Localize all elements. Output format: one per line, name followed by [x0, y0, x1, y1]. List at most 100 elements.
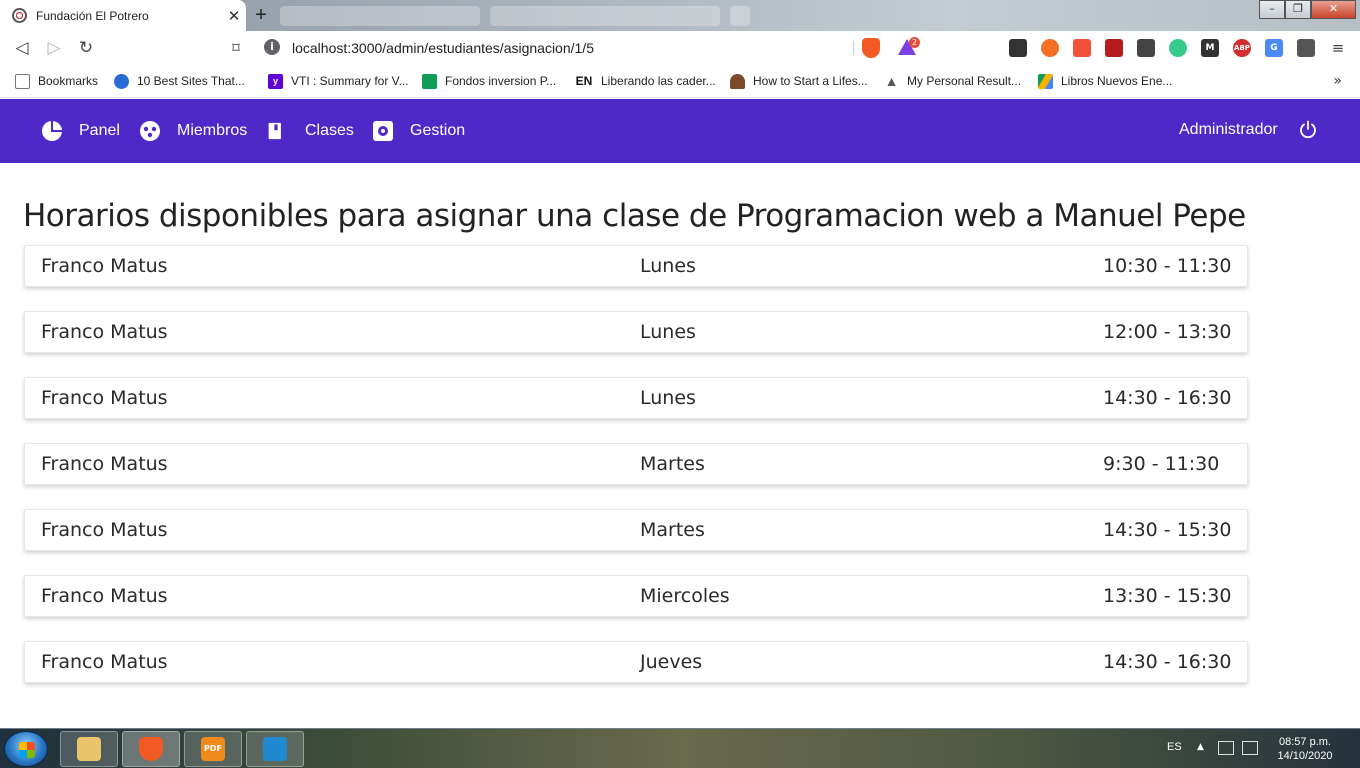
clock-date: 14/10/2020 [1277, 750, 1333, 762]
brave-shield-icon[interactable] [862, 38, 880, 58]
bookmark-page-icon[interactable]: ⌑ [225, 37, 247, 59]
slot-time: 13:30 - 15:30 [1103, 585, 1232, 607]
bookmarks-bar: Bookmarks 10 Best Sites That... y VTI : … [0, 65, 1360, 98]
nav-label: Clases [305, 122, 354, 139]
schedule-slot[interactable]: Franco Matus Lunes 14:30 - 16:30 [24, 377, 1248, 419]
user-name[interactable]: Administrador [1179, 121, 1278, 139]
book-icon [268, 122, 281, 140]
language-indicator[interactable]: ES [1167, 741, 1182, 753]
slot-teacher: Franco Matus [41, 255, 168, 277]
person-icon [730, 73, 745, 89]
bookmark-item[interactable]: 10 Best Sites That... [114, 72, 245, 90]
yahoo-icon: y [268, 73, 283, 89]
site-icon [114, 73, 129, 89]
bookmarks-overflow-icon[interactable]: » [1333, 73, 1342, 89]
new-tab-button[interactable]: + [250, 5, 272, 27]
slot-time: 9:30 - 11:30 [1103, 453, 1220, 475]
extension-m-icon[interactable]: M [1201, 39, 1219, 57]
nav-item-miembros[interactable]: Miembros [139, 119, 247, 143]
extension-grid-icon[interactable] [1105, 39, 1123, 57]
slot-teacher: Franco Matus [41, 519, 168, 541]
reload-icon[interactable]: ↻ [75, 37, 97, 59]
slot-teacher: Franco Matus [41, 651, 168, 673]
extensions-puzzle-icon[interactable] [1297, 39, 1315, 57]
browser-tab-inactive[interactable] [730, 6, 750, 26]
en-icon: EN [575, 73, 593, 88]
slot-day: Martes [640, 519, 705, 541]
action-center-icon[interactable] [1242, 741, 1258, 755]
bookmark-item[interactable]: ▲ My Personal Result... [884, 72, 1021, 90]
bookmark-item[interactable]: y VTI : Summary for V... [268, 72, 409, 90]
site-info-icon[interactable]: i [264, 39, 280, 55]
nav-label: Panel [79, 122, 120, 139]
schedule-slot[interactable]: Franco Matus Jueves 14:30 - 16:30 [24, 641, 1248, 683]
browser-menu-icon[interactable]: ≡ [1327, 37, 1349, 59]
slot-day: Lunes [640, 387, 696, 409]
windows-logo-icon [19, 742, 35, 758]
nav-item-clases[interactable]: Clases [267, 119, 354, 143]
back-icon[interactable]: ◁ [11, 37, 33, 59]
taskbar-brave[interactable] [122, 731, 180, 767]
bookmark-item[interactable]: Libros Nuevos Ene... [1038, 72, 1172, 90]
browser-tab-active[interactable]: Fundación El Potrero ✕ [0, 0, 246, 31]
bookmark-label: Libros Nuevos Ene... [1061, 74, 1173, 88]
address-bar[interactable]: i localhost:3000/admin/estudiantes/asign… [258, 35, 920, 61]
nav-item-gestion[interactable]: Gestion [372, 119, 465, 143]
nav-label: Miembros [177, 122, 248, 139]
nav-item-panel[interactable]: Panel [41, 119, 120, 143]
pie-chart-icon [42, 121, 62, 141]
pdf-app-icon: PDF [201, 737, 225, 761]
slot-teacher: Franco Matus [41, 453, 168, 475]
schedule-slot[interactable]: Franco Matus Martes 9:30 - 11:30 [24, 443, 1248, 485]
windows-taskbar: PDF ES ▲ 08:57 p.m. 14/10/2020 [0, 728, 1360, 768]
forward-icon[interactable]: ▷ [43, 37, 65, 59]
minimize-button[interactable]: – [1259, 0, 1285, 19]
tray-expand-icon[interactable]: ▲ [1197, 742, 1204, 752]
schedule-slot[interactable]: Franco Matus Martes 14:30 - 15:30 [24, 509, 1248, 551]
schedule-slot[interactable]: Franco Matus Miercoles 13:30 - 15:30 [24, 575, 1248, 617]
slot-teacher: Franco Matus [41, 585, 168, 607]
schedule-slot[interactable]: Franco Matus Lunes 10:30 - 11:30 [24, 245, 1248, 287]
extension-swift-icon[interactable] [1073, 39, 1091, 57]
window-controls: – ❐ ✕ [1259, 0, 1356, 19]
extension-cloud-icon[interactable] [1041, 39, 1059, 57]
taskbar-pdf[interactable]: PDF [184, 731, 242, 767]
close-window-button[interactable]: ✕ [1311, 0, 1356, 19]
translate-icon[interactable]: G [1265, 39, 1283, 57]
maximize-button[interactable]: ❐ [1285, 0, 1311, 19]
tab-close-button[interactable]: ✕ [222, 7, 246, 25]
brave-browser-icon [139, 737, 163, 761]
bookmark-item[interactable]: How to Start a Lifes... [730, 72, 868, 90]
taskbar-clock[interactable]: 08:57 p.m. 14/10/2020 [1268, 735, 1342, 763]
browser-tab-inactive[interactable] [280, 6, 480, 26]
taskbar-vscode[interactable] [246, 731, 304, 767]
page-title: Horarios disponibles para asignar una cl… [23, 198, 1246, 234]
taskbar-explorer[interactable] [60, 731, 118, 767]
slot-day: Jueves [640, 651, 703, 673]
vscode-icon [263, 737, 287, 761]
bookmark-item[interactable]: Bookmarks [15, 72, 98, 90]
bookmark-item[interactable]: Fondos inversion P... [422, 72, 556, 90]
schedule-list: Franco Matus Lunes 10:30 - 11:30 Franco Mat… [24, 245, 1248, 707]
settings-icon [373, 121, 393, 141]
extension-circle-icon[interactable] [1169, 39, 1187, 57]
bookmarks-icon [15, 73, 30, 89]
nav-label: Gestion [410, 122, 466, 139]
bookmark-label: 10 Best Sites That... [137, 74, 245, 88]
network-icon[interactable] [1218, 741, 1234, 755]
extension-doc-icon[interactable] [1137, 39, 1155, 57]
start-button[interactable] [4, 731, 48, 767]
slot-day: Martes [640, 453, 705, 475]
schedule-slot[interactable]: Franco Matus Lunes 12:00 - 13:30 [24, 311, 1248, 353]
slot-day: Miercoles [640, 585, 730, 607]
extension-spy-icon[interactable] [1009, 39, 1027, 57]
url-text[interactable]: localhost:3000/admin/estudiantes/asignac… [292, 40, 594, 56]
site-favicon-icon [12, 8, 27, 23]
power-icon[interactable] [1298, 120, 1318, 140]
adblock-icon[interactable]: ABP [1233, 39, 1251, 57]
bookmark-item[interactable]: EN Liberando las cader... [575, 72, 716, 90]
users-icon [140, 121, 160, 141]
browser-tab-inactive[interactable] [490, 6, 720, 26]
browser-toolbar: ◁ ▷ ↻ ⌑ i localhost:3000/admin/estudiant… [0, 31, 1360, 65]
bookmark-label: My Personal Result... [907, 74, 1022, 88]
